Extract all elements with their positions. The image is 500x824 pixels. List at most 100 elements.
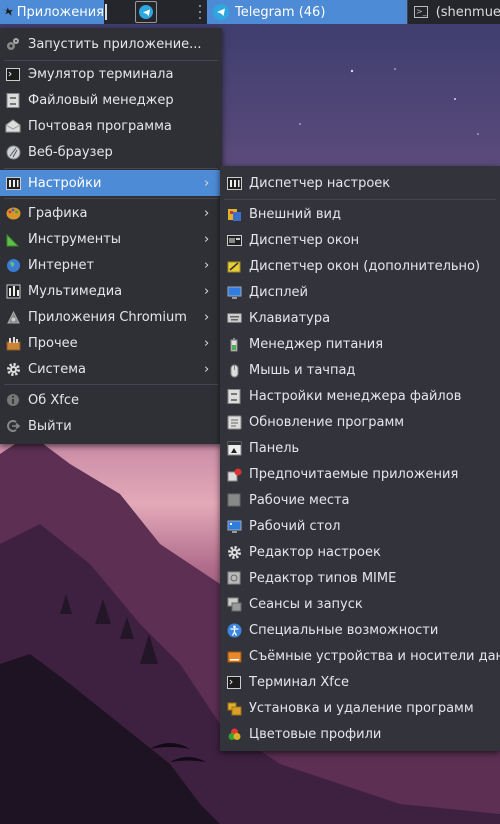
mime-editor-icon xyxy=(226,570,242,586)
submenu-item-color-profiles[interactable]: Цветовые профили xyxy=(220,721,500,747)
menu-divider xyxy=(4,384,218,385)
submenu-item-label: Установка и удаление программ xyxy=(249,700,474,716)
mail-icon xyxy=(5,118,21,134)
chromium-icon xyxy=(5,309,21,325)
menu-item-web-browser[interactable]: Веб-браузер xyxy=(0,139,222,165)
terminal-icon xyxy=(226,674,242,690)
menu-item-label: Настройки xyxy=(28,175,102,191)
menu-item-internet[interactable]: Интернет › xyxy=(0,252,222,278)
chevron-right-icon: › xyxy=(204,283,210,299)
task-label: Telegram (46) xyxy=(235,4,326,20)
submenu-item-panel[interactable]: Панель xyxy=(220,435,500,461)
menu-item-label: Об Xfce xyxy=(28,392,80,408)
submenu-item-window-manager-tweaks[interactable]: Диспетчер окон (дополнительно) xyxy=(220,253,500,279)
menu-item-file-manager[interactable]: Файловый менеджер xyxy=(0,87,222,113)
menu-item-mail[interactable]: Почтовая программа xyxy=(0,113,222,139)
menu-item-label: Прочее xyxy=(28,335,78,351)
submenu-item-file-manager-settings[interactable]: Настройки менеджера файлов xyxy=(220,383,500,409)
chevron-right-icon: › xyxy=(204,335,210,351)
submenu-item-label: Внешний вид xyxy=(249,206,341,222)
menu-item-other[interactable]: Прочее › xyxy=(0,330,222,356)
chevron-right-icon: › xyxy=(204,309,210,325)
menu-item-multimedia[interactable]: Мультимедиа › xyxy=(0,278,222,304)
applications-menu: Запустить приложение... Эмулятор термина… xyxy=(0,28,222,444)
submenu-item-label: Клавиатура xyxy=(249,310,331,326)
battery-icon xyxy=(226,336,242,352)
submenu-item-label: Цветовые профили xyxy=(249,726,382,742)
submenu-item-label: Диспетчер настроек xyxy=(249,175,391,191)
submenu-item-settings-manager[interactable]: Диспетчер настроек xyxy=(220,170,500,196)
submenu-item-label: Рабочие места xyxy=(249,492,350,508)
submenu-item-preferred-apps[interactable]: Предпочитаемые приложения xyxy=(220,461,500,487)
globe-icon xyxy=(5,144,21,160)
menu-item-chromium-apps[interactable]: Приложения Chromium › xyxy=(0,304,222,330)
submenu-item-keyboard[interactable]: Клавиатура xyxy=(220,305,500,331)
xfce-mouse-icon xyxy=(3,7,14,16)
toolbox-icon xyxy=(5,335,21,351)
menu-item-tools[interactable]: Инструменты › xyxy=(0,226,222,252)
accessibility-icon xyxy=(226,622,242,638)
settings-panel-icon xyxy=(5,175,21,191)
applications-menu-label: Приложения xyxy=(16,4,104,20)
submenu-item-label: Диспетчер окон xyxy=(249,232,360,248)
film-icon xyxy=(5,283,21,299)
menu-item-settings[interactable]: Настройки › xyxy=(0,170,222,196)
panel-separator xyxy=(105,4,107,20)
telegram-icon xyxy=(213,4,229,20)
menu-item-label: Веб-браузер xyxy=(28,144,113,160)
task-telegram[interactable]: Telegram (46) xyxy=(207,0,407,24)
settings-submenu: Диспетчер настроек Внешний вид Диспетчер… xyxy=(220,166,500,751)
submenu-item-mime-editor[interactable]: Редактор типов MIME xyxy=(220,565,500,591)
menu-divider xyxy=(4,168,218,169)
submenu-item-label: Съёмные устройства и носители данн xyxy=(249,648,500,664)
submenu-item-removable-drives[interactable]: Съёмные устройства и носители данн xyxy=(220,643,500,669)
submenu-item-settings-editor[interactable]: Редактор настроек xyxy=(220,539,500,565)
session-icon xyxy=(226,596,242,612)
menu-item-logout[interactable]: Выйти xyxy=(0,413,222,439)
telegram-icon xyxy=(139,5,153,19)
submenu-item-appearance[interactable]: Внешний вид xyxy=(220,201,500,227)
submenu-item-session-startup[interactable]: Сеансы и запуск xyxy=(220,591,500,617)
submenu-item-software-update[interactable]: Обновление программ xyxy=(220,409,500,435)
settings-manager-icon xyxy=(226,175,242,191)
submenu-item-desktop[interactable]: Рабочий стол xyxy=(220,513,500,539)
telegram-launcher[interactable] xyxy=(135,1,157,23)
submenu-item-add-remove-software[interactable]: Установка и удаление программ xyxy=(220,695,500,721)
submenu-item-label: Настройки менеджера файлов xyxy=(249,388,462,404)
removable-drive-icon xyxy=(226,648,242,664)
submenu-item-accessibility[interactable]: Специальные возможности xyxy=(220,617,500,643)
software-update-icon xyxy=(226,414,242,430)
gear-icon xyxy=(5,361,21,377)
menu-item-label: Запустить приложение... xyxy=(28,36,202,52)
menu-item-graphics[interactable]: Графика › xyxy=(0,200,222,226)
submenu-item-power-manager[interactable]: Менеджер питания xyxy=(220,331,500,357)
tasklist-handle[interactable] xyxy=(199,5,205,19)
submenu-item-label: Менеджер питания xyxy=(249,336,384,352)
submenu-item-label: Рабочий стол xyxy=(249,518,341,534)
menu-item-terminal[interactable]: Эмулятор терминала xyxy=(0,61,222,87)
submenu-item-label: Дисплей xyxy=(249,284,309,300)
submenu-item-xfce-terminal[interactable]: Терминал Xfce xyxy=(220,669,500,695)
submenu-item-workspaces[interactable]: Рабочие места xyxy=(220,487,500,513)
display-icon xyxy=(226,284,242,300)
menu-item-about-xfce[interactable]: Об Xfce xyxy=(0,387,222,413)
menu-divider xyxy=(4,198,218,199)
menu-item-run-program[interactable]: Запустить приложение... xyxy=(0,31,222,57)
submenu-item-label: Терминал Xfce xyxy=(249,674,349,690)
applications-menu-button[interactable]: Приложения xyxy=(0,0,104,24)
ruler-icon xyxy=(5,231,21,247)
submenu-item-display[interactable]: Дисплей xyxy=(220,279,500,305)
mouse-icon xyxy=(226,362,242,378)
menu-item-label: Эмулятор терминала xyxy=(28,66,174,82)
submenu-item-label: Предпочитаемые приложения xyxy=(249,466,459,482)
submenu-item-mouse-touchpad[interactable]: Мышь и тачпад xyxy=(220,357,500,383)
task-terminal[interactable]: >_ (shenmue xyxy=(407,0,500,24)
menu-item-label: Приложения Chromium xyxy=(28,309,187,325)
submenu-item-label: Специальные возможности xyxy=(249,622,439,638)
submenu-item-label: Мышь и тачпад xyxy=(249,362,356,378)
workspaces-icon xyxy=(226,492,242,508)
submenu-item-window-manager[interactable]: Диспетчер окон xyxy=(220,227,500,253)
appearance-icon xyxy=(226,206,242,222)
menu-item-system[interactable]: Система › xyxy=(0,356,222,382)
task-label: (shenmue xyxy=(435,4,500,20)
